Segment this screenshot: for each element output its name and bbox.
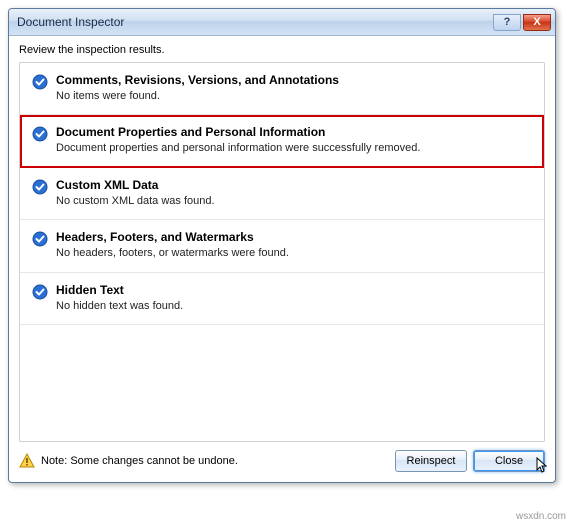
reinspect-button[interactable]: Reinspect [395, 450, 467, 472]
titlebar: Document Inspector ? X [9, 9, 555, 36]
close-button[interactable]: Close [473, 450, 545, 472]
help-icon: ? [504, 16, 511, 28]
client-area: Review the inspection results. Comments,… [9, 36, 555, 482]
result-section: Comments, Revisions, Versions, and Annot… [20, 63, 544, 115]
button-label: Reinspect [407, 455, 456, 467]
checkmark-icon [32, 126, 48, 142]
button-row: Reinspect Close [395, 450, 545, 472]
result-section: Document Properties and Personal Informa… [20, 115, 544, 167]
section-title: Comments, Revisions, Versions, and Annot… [56, 73, 532, 87]
section-title: Headers, Footers, and Watermarks [56, 230, 532, 244]
results-panel: Comments, Revisions, Versions, and Annot… [19, 62, 545, 442]
section-title: Hidden Text [56, 283, 532, 297]
result-section: Headers, Footers, and Watermarks No head… [20, 220, 544, 272]
section-description: No hidden text was found. [56, 299, 532, 314]
help-button[interactable]: ? [493, 14, 521, 31]
warning-icon [19, 453, 35, 469]
checkmark-icon [32, 284, 48, 300]
section-title: Document Properties and Personal Informa… [56, 125, 532, 139]
window-title: Document Inspector [17, 15, 491, 29]
dialog-window: Document Inspector ? X Review the inspec… [8, 8, 556, 483]
section-description: No items were found. [56, 89, 532, 104]
footer-note: Note: Some changes cannot be undone. [41, 455, 395, 467]
result-section: Hidden Text No hidden text was found. [20, 273, 544, 325]
button-label: Close [495, 455, 523, 467]
section-title: Custom XML Data [56, 178, 532, 192]
section-description: No headers, footers, or watermarks were … [56, 246, 532, 261]
instruction-text: Review the inspection results. [19, 44, 545, 56]
checkmark-icon [32, 179, 48, 195]
section-description: No custom XML data was found. [56, 194, 532, 209]
window-close-button[interactable]: X [523, 14, 551, 31]
watermark-text: wsxdn.com [516, 511, 566, 522]
section-description: Document properties and personal informa… [56, 141, 532, 156]
result-section: Custom XML Data No custom XML data was f… [20, 168, 544, 220]
checkmark-icon [32, 231, 48, 247]
close-icon: X [533, 16, 540, 28]
footer: Note: Some changes cannot be undone. Rei… [19, 450, 545, 472]
cursor-icon [536, 457, 550, 475]
checkmark-icon [32, 74, 48, 90]
